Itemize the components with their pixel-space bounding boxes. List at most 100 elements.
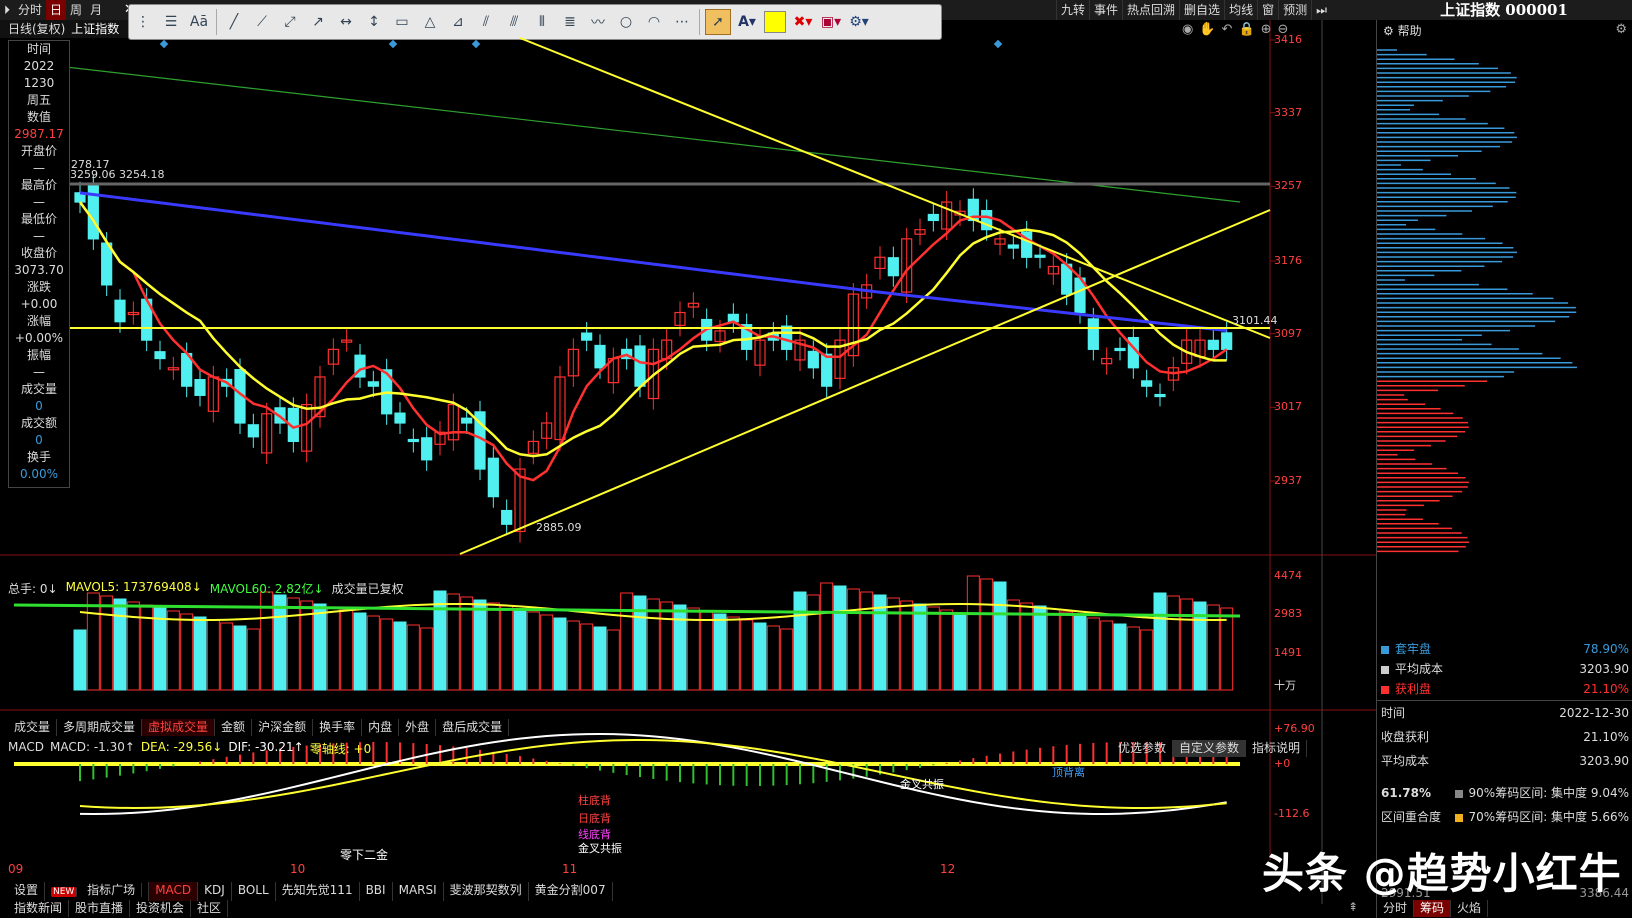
- zoom-in-icon[interactable]: ⊕: [1261, 22, 1278, 37]
- undo-icon[interactable]: ↶: [1222, 22, 1239, 37]
- event-marker: [159, 39, 169, 49]
- tab-macd[interactable]: MACD: [149, 882, 199, 901]
- month-label-nov: 11: [562, 862, 578, 876]
- price-tick: 3017: [1274, 400, 1302, 414]
- volume-bar: [846, 588, 860, 691]
- tab-chips[interactable]: 筹码: [1414, 900, 1452, 917]
- open-value: —: [33, 161, 45, 175]
- tab-amount[interactable]: 金额: [215, 719, 253, 736]
- tab-weekly[interactable]: 周: [66, 0, 86, 20]
- tab-boll[interactable]: BOLL: [232, 882, 276, 901]
- volume-bar: [180, 613, 194, 691]
- tab-indicator-square-label: 指标广场: [81, 883, 143, 897]
- link-index-news[interactable]: 指数新闻: [8, 900, 70, 917]
- tab-window[interactable]: 窗: [1257, 0, 1278, 20]
- range-label: 3259.06 3254.18: [70, 168, 165, 181]
- crosshair-info: 时间 2022 1230 周五 数值 2987.17 开盘价 — 最高价 — 最…: [8, 40, 70, 488]
- volume-bar: [1126, 626, 1140, 691]
- high-label-info: 最高价: [20, 178, 57, 192]
- tab-monthly[interactable]: 月: [86, 0, 106, 20]
- volume-bar: [340, 609, 354, 691]
- volume-bar: [500, 605, 514, 691]
- tab-turnover[interactable]: 换手率: [313, 719, 363, 736]
- tab-events[interactable]: 事件: [1089, 0, 1122, 20]
- tab-kdj[interactable]: KDJ: [198, 882, 232, 901]
- pin-icon[interactable]: ⇞: [1348, 900, 1358, 914]
- volume-bar: [726, 616, 740, 691]
- tab-forecast[interactable]: 预测: [1278, 0, 1311, 20]
- candle-body: [394, 412, 406, 424]
- kline-chart[interactable]: [0, 20, 1376, 904]
- volume-bar: [740, 619, 754, 691]
- tab-fibonacci[interactable]: 斐波那契数列: [444, 882, 529, 901]
- zoom-out-icon[interactable]: ⊖: [1278, 22, 1295, 37]
- volume-bar: [526, 611, 540, 691]
- tab-bbi[interactable]: BBI: [360, 882, 393, 901]
- weekday-value: 周五: [26, 93, 51, 107]
- tab-indicator-square[interactable]: NEW 指标广场: [45, 882, 150, 901]
- tab-golden-ratio[interactable]: 黄金分割007: [529, 882, 613, 901]
- candle-body: [1007, 244, 1019, 249]
- volume-bar: [1060, 611, 1074, 691]
- link-opportunity[interactable]: 投资机会: [130, 900, 192, 917]
- tab-virtual-volume[interactable]: 虚拟成交量: [142, 719, 216, 736]
- tab-settings[interactable]: 设置: [8, 882, 46, 901]
- expand-icon[interactable]: ⏭: [1311, 0, 1331, 20]
- time-value: 2022-12-30: [1559, 706, 1629, 720]
- volume-total: 总手: 0↓: [8, 582, 58, 596]
- macd-note-1: 零下二金: [340, 848, 389, 862]
- candle-body: [461, 417, 473, 424]
- tab-marsi[interactable]: MARSI: [393, 882, 444, 901]
- tab-after-hours[interactable]: 盘后成交量: [436, 719, 510, 736]
- legend-profit-value: 21.10%: [1583, 682, 1629, 696]
- dea-value: DEA: -29.56↓: [140, 740, 223, 754]
- tab-hotspot[interactable]: 热点回溯: [1122, 0, 1179, 20]
- tab-intraday[interactable]: 分时: [14, 0, 46, 20]
- hand-icon[interactable]: ✋: [1199, 22, 1221, 37]
- tab-remove-watch[interactable]: 删自选: [1179, 0, 1224, 20]
- tab-intraday-chip[interactable]: 分时: [1377, 900, 1415, 917]
- tab-ma[interactable]: 均线: [1224, 0, 1257, 20]
- tab-volume[interactable]: 成交量: [8, 719, 58, 736]
- tab-jiuzhuan[interactable]: 九转: [1056, 0, 1089, 20]
- volume-bar: [420, 627, 434, 691]
- volume-bar: [220, 622, 234, 691]
- link-community[interactable]: 社区: [191, 900, 229, 917]
- tab-flame[interactable]: 火焰: [1451, 900, 1489, 917]
- low-label-info: 最低价: [20, 212, 57, 226]
- tab-inner[interactable]: 内盘: [362, 719, 400, 736]
- volume-bar: [313, 603, 327, 691]
- volume-bar: [126, 601, 140, 691]
- stock-title: 上证指数 000001: [1376, 0, 1632, 20]
- zero-line-value: 零轴线: +0: [309, 742, 372, 756]
- tab-xianzhi[interactable]: 先知先觉111: [276, 882, 360, 901]
- custom-params-button[interactable]: 自定义参数: [1173, 740, 1247, 757]
- volume-bar: [233, 625, 247, 691]
- volume-bar: [73, 629, 87, 691]
- indicator-bottom-tabs: 设置 NEW 指标广场 MACD KDJ BOLL 先知先觉111 BBI MA…: [8, 882, 613, 901]
- nav-arrow-icon[interactable]: ⏵: [0, 0, 14, 20]
- tab-hs-amount[interactable]: 沪深金额: [252, 719, 314, 736]
- eye-icon[interactable]: ◉: [1182, 22, 1199, 37]
- volume-bar: [1206, 604, 1220, 691]
- tab-daily[interactable]: 日: [46, 0, 67, 20]
- mavol5: MAVOL5: 173769408↓: [65, 580, 202, 594]
- volume-bar: [820, 582, 834, 691]
- volume-note: 成交量已复权: [331, 582, 404, 596]
- amplitude-label: 振幅: [26, 348, 51, 362]
- volume-bar: [113, 598, 127, 691]
- candle-body: [927, 213, 939, 222]
- legend-swatch: [1381, 685, 1389, 694]
- candle-body: [501, 509, 513, 525]
- change-pct-label: 涨幅: [26, 314, 51, 328]
- candle-body: [1114, 347, 1126, 352]
- link-live[interactable]: 股市直播: [69, 900, 131, 917]
- tab-outer[interactable]: 外盘: [399, 719, 437, 736]
- tab-multi-volume[interactable]: 多周期成交量: [57, 719, 143, 736]
- indicator-help-button[interactable]: 指标说明: [1246, 740, 1308, 757]
- volume-bar: [166, 610, 180, 691]
- volume-bar: [993, 581, 1007, 691]
- lock-icon[interactable]: 🔒: [1238, 22, 1260, 37]
- volume-bar: [940, 609, 954, 691]
- optimal-params-button[interactable]: 优选参数: [1112, 740, 1174, 757]
